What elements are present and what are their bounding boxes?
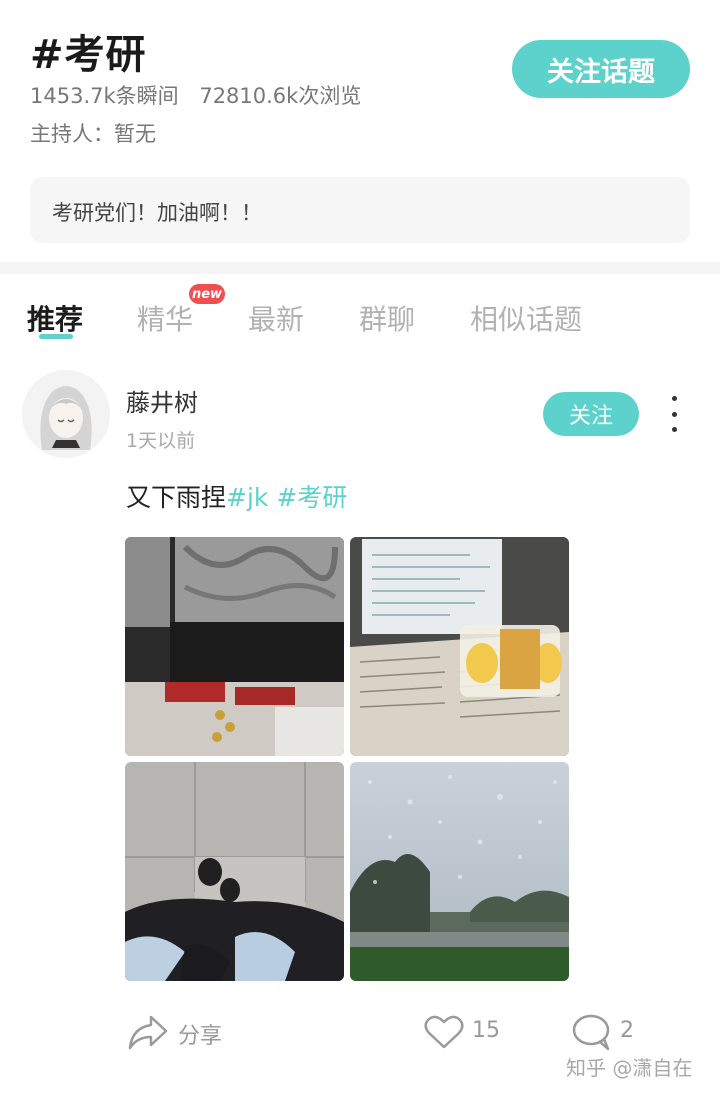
heart-icon[interactable] bbox=[423, 1012, 465, 1056]
more-vertical-icon[interactable] bbox=[666, 396, 682, 432]
topic-title: #考研 bbox=[30, 32, 147, 78]
active-tab-indicator bbox=[39, 334, 73, 339]
photo-1[interactable] bbox=[125, 537, 344, 756]
hashtag-jk[interactable]: #jk bbox=[226, 483, 268, 512]
tab-featured[interactable]: 精华 bbox=[137, 298, 193, 338]
post-time: 1天以前 bbox=[126, 430, 196, 452]
tab-latest[interactable]: 最新 bbox=[248, 298, 304, 338]
watermark: 知乎 @潇自在 bbox=[566, 1056, 693, 1080]
comment-count: 2 bbox=[620, 1018, 634, 1043]
like-count: 15 bbox=[472, 1018, 500, 1043]
tab-group-chat[interactable]: 群聊 bbox=[359, 298, 415, 338]
moments-count: 1453.7k条瞬间 bbox=[30, 84, 179, 108]
views-count: 72810.6k次浏览 bbox=[199, 84, 362, 108]
photo-2[interactable] bbox=[350, 537, 569, 756]
topic-description: 考研党们！加油啊！！ bbox=[52, 201, 262, 225]
author-name[interactable]: 藤井树 bbox=[126, 383, 198, 418]
follow-topic-button[interactable]: 关注话题 bbox=[512, 40, 690, 98]
topic-description-box: 考研党们！加油啊！！ bbox=[30, 177, 690, 243]
post-text: 又下雨捏#jk #考研 bbox=[126, 478, 347, 514]
section-divider bbox=[0, 262, 720, 274]
tab-similar-topics[interactable]: 相似话题 bbox=[470, 298, 582, 338]
follow-user-button[interactable]: 关注 bbox=[543, 392, 639, 436]
hashtag-kaoyan[interactable]: #考研 bbox=[276, 483, 347, 512]
topic-host: 主持人：暂无 bbox=[30, 122, 156, 146]
tab-recommend[interactable]: 推荐 bbox=[27, 298, 83, 338]
avatar[interactable] bbox=[22, 370, 110, 458]
photo-4[interactable] bbox=[350, 762, 569, 981]
new-badge: new bbox=[189, 284, 225, 304]
topic-stats: 1453.7k条瞬间 72810.6k次浏览 bbox=[30, 80, 361, 110]
photo-3[interactable] bbox=[125, 762, 344, 981]
comment-icon[interactable] bbox=[571, 1012, 613, 1056]
share-icon[interactable] bbox=[127, 1012, 169, 1056]
post-body: 又下雨捏 bbox=[126, 483, 227, 512]
share-label[interactable]: 分享 bbox=[178, 1018, 222, 1050]
